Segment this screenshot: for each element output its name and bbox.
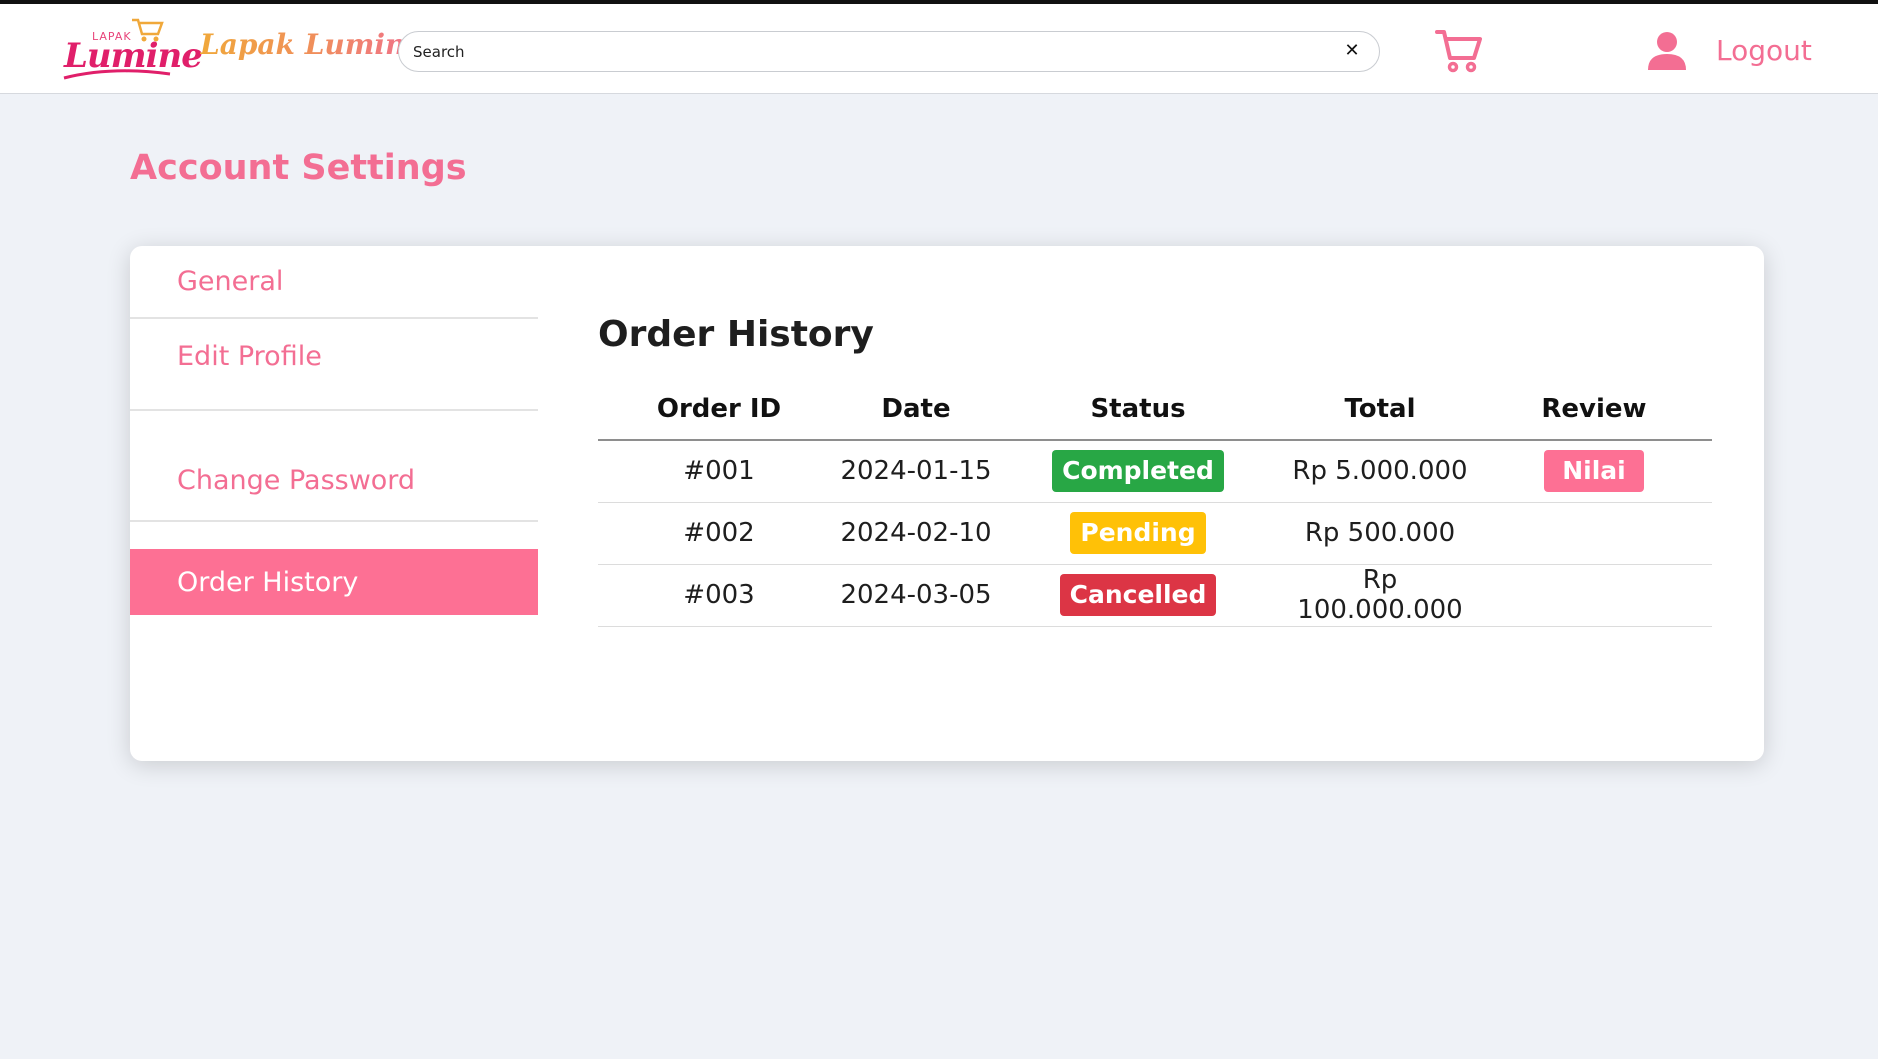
status-badge: Pending: [1070, 512, 1206, 554]
order-id-cell: #002: [598, 502, 840, 565]
order-review-cell: Nilai: [1476, 440, 1712, 503]
order-date-cell: 2024-03-05: [840, 564, 992, 627]
order-total-cell: Rp 5.000.000: [1284, 440, 1476, 503]
search-bar: ✕: [398, 31, 1380, 72]
column-header-date: Date: [840, 378, 992, 441]
logo-swoosh: [63, 69, 171, 80]
settings-sidebar: General Edit Profile Change Password Ord…: [130, 246, 538, 761]
brand-name[interactable]: Lapak Lumine: [200, 28, 423, 61]
sidebar-item-label: Change Password: [177, 465, 416, 496]
column-header-status: Status: [992, 378, 1284, 441]
order-total-cell: Rp 500.000: [1284, 502, 1476, 565]
sidebar-item-general[interactable]: General: [130, 246, 538, 319]
sidebar-item-label: Order History: [177, 567, 359, 598]
column-header-review: Review: [1476, 378, 1712, 441]
sidebar-item-change-password[interactable]: Change Password: [130, 411, 538, 522]
table-row: #001 2024-01-15 Completed Rp 5.000.000 N…: [598, 440, 1712, 503]
table-row: #003 2024-03-05 Cancelled Rp 100.000.000: [598, 564, 1712, 627]
order-review-cell: [1476, 564, 1712, 627]
sidebar-item-edit-profile[interactable]: Edit Profile: [130, 319, 538, 411]
column-header-total: Total: [1284, 378, 1476, 441]
order-date-cell: 2024-02-10: [840, 502, 992, 565]
order-status-cell: Cancelled: [992, 564, 1284, 627]
table-header-row: Order ID Date Status Total Review: [598, 378, 1712, 441]
logout-link[interactable]: Logout: [1716, 34, 1812, 67]
user-icon[interactable]: [1646, 30, 1688, 72]
page-title: Account Settings: [130, 148, 467, 188]
order-id-cell: #003: [598, 564, 840, 627]
review-button[interactable]: Nilai: [1544, 450, 1644, 493]
close-icon[interactable]: ✕: [1341, 40, 1363, 62]
order-review-cell: [1476, 502, 1712, 565]
section-title: Order History: [598, 314, 874, 355]
order-status-cell: Completed: [992, 440, 1284, 503]
order-date-cell: 2024-01-15: [840, 440, 992, 503]
status-badge: Cancelled: [1059, 574, 1217, 616]
sidebar-item-order-history[interactable]: Order History: [130, 549, 538, 615]
search-input[interactable]: [413, 38, 1313, 66]
column-header-order-id: Order ID: [598, 378, 840, 441]
sidebar-item-label: Edit Profile: [177, 341, 322, 372]
order-total-cell: Rp 100.000.000: [1284, 564, 1476, 627]
cart-button[interactable]: [1434, 26, 1484, 76]
settings-card: General Edit Profile Change Password Ord…: [130, 246, 1764, 761]
order-id-cell: #001: [598, 440, 840, 503]
order-status-cell: Pending: [992, 502, 1284, 565]
status-badge: Completed: [1052, 450, 1224, 493]
orders-table: Order ID Date Status Total Review #001 2…: [598, 378, 1712, 627]
top-navbar: LAPAK Lumine Lapak Lumine ✕ Logout: [0, 4, 1878, 94]
logo[interactable]: LAPAK Lumine: [60, 12, 203, 84]
sidebar-item-label: General: [177, 266, 284, 297]
table-row: #002 2024-02-10 Pending Rp 500.000: [598, 502, 1712, 565]
cart-icon: [1435, 30, 1482, 73]
order-history-panel: Order History Order ID Date Status Total…: [598, 246, 1712, 761]
